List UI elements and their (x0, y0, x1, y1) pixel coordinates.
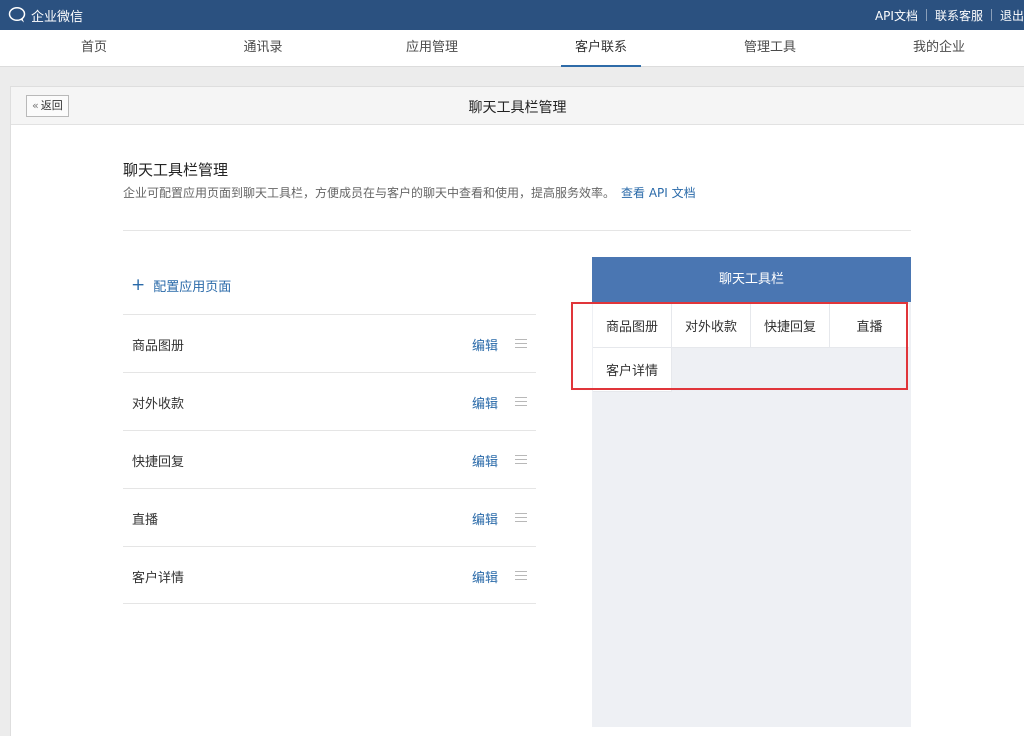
drag-handle-icon[interactable] (515, 571, 527, 580)
item-name: 客户详情 (132, 571, 185, 586)
edit-button[interactable]: 编辑 (472, 509, 498, 528)
list-item: 快捷回复 编辑 (123, 430, 536, 488)
item-name: 快捷回复 (132, 455, 185, 470)
preview-header: 聊天工具栏 (592, 257, 911, 302)
highlight-box (571, 302, 908, 390)
page-title: 聊天工具栏管理 (468, 100, 567, 116)
nav-admin-tools[interactable]: 管理工具 (744, 30, 796, 67)
edit-button[interactable]: 编辑 (472, 335, 498, 354)
nav-customer-contact[interactable]: 客户联系 (560, 30, 642, 67)
top-bar: 企业微信 API文档 联系客服 退出 (0, 0, 1024, 30)
section-divider (123, 230, 911, 231)
drag-handle-icon[interactable] (515, 339, 527, 348)
drag-handle-icon[interactable] (515, 455, 527, 464)
edit-button[interactable]: 编辑 (472, 567, 498, 586)
edit-button[interactable]: 编辑 (472, 393, 498, 412)
section-title: 聊天工具栏管理 (123, 161, 229, 179)
contact-support-link[interactable]: 联系客服 (935, 7, 983, 24)
description-text: 企业可配置应用页面到聊天工具栏，方便成员在与客户的聊天中查看和使用，提高服务效率… (123, 186, 616, 200)
drag-handle-icon[interactable] (515, 397, 527, 406)
list-item: 商品图册 编辑 (123, 314, 536, 372)
list-item: 直播 编辑 (123, 488, 536, 546)
main-nav: 首页 通讯录 应用管理 客户联系 管理工具 我的企业 (0, 30, 1024, 67)
item-name: 商品图册 (132, 339, 185, 354)
item-name: 对外收款 (132, 397, 185, 412)
app-name: 企业微信 (31, 9, 84, 25)
nav-home[interactable]: 首页 (81, 30, 107, 67)
divider (990, 9, 992, 21)
api-docs-link[interactable]: API文档 (875, 7, 918, 24)
section-description: 企业可配置应用页面到聊天工具栏，方便成员在与客户的聊天中查看和使用，提高服务效率… (123, 184, 696, 201)
divider (925, 9, 927, 21)
nav-my-company[interactable]: 我的企业 (913, 30, 965, 67)
nav-app-management[interactable]: 应用管理 (406, 30, 458, 67)
panel-header: « 返回 聊天工具栏管理 (11, 87, 1024, 125)
edit-button[interactable]: 编辑 (472, 451, 498, 470)
item-name: 直播 (132, 513, 159, 528)
plus-icon: + (131, 275, 146, 295)
wecom-logo-icon (8, 6, 26, 23)
app-logo[interactable]: 企业微信 (8, 6, 84, 25)
drag-handle-icon[interactable] (515, 513, 527, 522)
list-item: 客户详情 编辑 (123, 546, 536, 604)
toolbar-config-list: 商品图册 编辑 对外收款 编辑 快捷回复 编辑 直播 编辑 客户详情 编辑 (123, 314, 536, 604)
add-app-page-label: 配置应用页面 (153, 279, 232, 295)
list-item: 对外收款 编辑 (123, 372, 536, 430)
content-panel: « 返回 聊天工具栏管理 聊天工具栏管理 企业可配置应用页面到聊天工具栏，方便成… (10, 86, 1024, 736)
nav-contacts[interactable]: 通讯录 (243, 30, 282, 67)
logout-link[interactable]: 退出 (1000, 7, 1024, 24)
top-links: API文档 联系客服 退出 (875, 7, 1024, 23)
add-app-page-button[interactable]: + 配置应用页面 (131, 275, 231, 295)
api-doc-link[interactable]: 查看 API 文档 (621, 186, 696, 200)
